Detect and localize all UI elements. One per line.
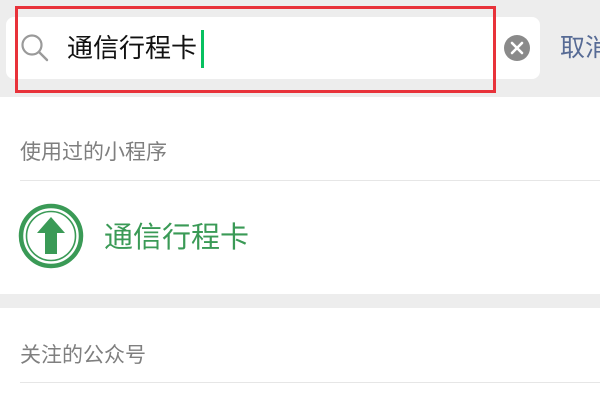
search-bar: 通信行程卡 取消 bbox=[0, 0, 600, 97]
section-separator bbox=[0, 294, 600, 308]
search-input[interactable]: 通信行程卡 bbox=[67, 29, 205, 69]
section-header-used-miniprograms: 使用过的小程序 bbox=[20, 140, 167, 164]
clear-icon[interactable] bbox=[503, 34, 531, 62]
search-query-text: 通信行程卡 bbox=[67, 34, 198, 64]
search-icon bbox=[21, 34, 49, 62]
miniprogram-list-item[interactable] bbox=[0, 181, 600, 293]
section-divider bbox=[20, 382, 600, 383]
miniprogram-name: 通信行程卡 bbox=[104, 220, 250, 254]
text-caret bbox=[201, 30, 205, 68]
cancel-button[interactable]: 取消 bbox=[560, 28, 600, 68]
upward-arrow-icon bbox=[18, 203, 84, 269]
section-header-followed-accounts: 关注的公众号 bbox=[20, 343, 146, 367]
